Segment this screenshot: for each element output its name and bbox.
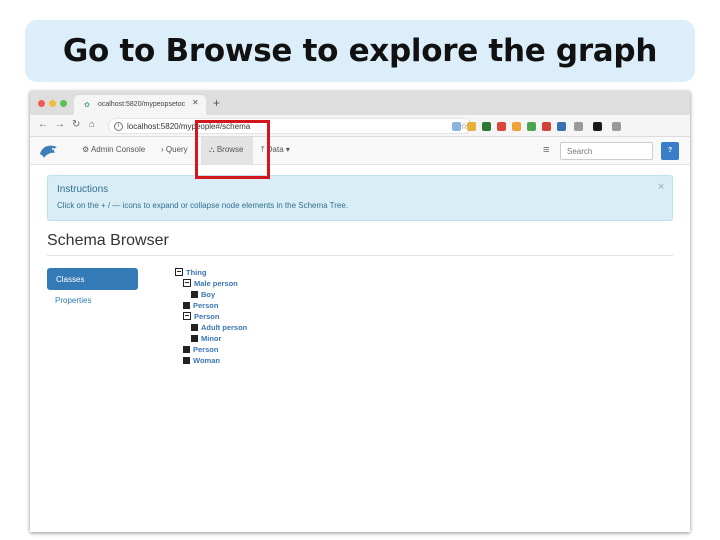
extension-icon[interactable] — [593, 122, 602, 131]
tree-node[interactable]: Woman — [183, 356, 220, 366]
help-button[interactable]: ? — [661, 142, 679, 160]
tree-node[interactable]: Person — [183, 345, 218, 355]
page-title: Schema Browser — [47, 232, 169, 249]
hamburger-menu-icon[interactable]: ≡ — [543, 145, 549, 156]
search-input[interactable] — [560, 142, 653, 160]
tab-favicon-icon: ✿ — [84, 102, 90, 109]
tree-node-label: Person — [193, 345, 219, 354]
extension-icon[interactable] — [557, 122, 566, 131]
admin-console-label: Admin Console — [90, 145, 146, 154]
browser-address-bar: ← → ↻ ⌂ i localhost:5820/mypeople#/schem… — [30, 115, 690, 137]
extension-icon[interactable] — [527, 122, 536, 131]
extension-icon[interactable] — [512, 122, 521, 131]
query-link[interactable]: › Query — [161, 145, 188, 154]
close-window-icon[interactable] — [38, 100, 45, 107]
app-navbar: ⚙ Admin Console › Query ⛬ Browse ⤒ Data … — [30, 137, 690, 165]
url-input[interactable]: i localhost:5820/mypeople#/schema ☆ — [108, 118, 472, 134]
browser-tab-title: ocalhost:5820/mypeopsetoc — [98, 101, 186, 108]
collapse-icon[interactable] — [175, 268, 183, 276]
query-label: Query — [165, 145, 188, 154]
leaf-node-icon — [191, 324, 198, 331]
extension-icon[interactable] — [452, 122, 461, 131]
tree-node[interactable]: Adult person — [191, 323, 247, 333]
tree-node[interactable]: Boy — [191, 290, 215, 300]
browse-highlight-box — [195, 120, 270, 179]
maximize-window-icon[interactable] — [60, 100, 67, 107]
stardog-logo-icon — [40, 145, 57, 158]
tree-node-label: Male person — [194, 279, 238, 288]
info-icon[interactable]: i — [114, 122, 123, 131]
browser-tab-bar: ✿ ocalhost:5820/mypeopsetoc ✕ + — [30, 91, 690, 115]
forward-icon[interactable]: → — [55, 120, 65, 130]
close-icon[interactable]: × — [658, 182, 664, 193]
new-tab-icon[interactable]: + — [213, 97, 220, 109]
tab-close-icon[interactable]: ✕ — [192, 99, 199, 107]
extension-icon[interactable] — [467, 122, 476, 131]
leaf-node-icon — [183, 346, 190, 353]
tree-node[interactable]: Male person — [183, 279, 238, 289]
admin-console-link[interactable]: ⚙ Admin Console — [82, 145, 145, 154]
tree-node[interactable]: Thing — [175, 268, 206, 278]
classes-pill[interactable]: Classes — [47, 268, 138, 290]
properties-pill[interactable]: Properties — [55, 296, 91, 305]
back-icon[interactable]: ← — [38, 120, 48, 130]
extension-icon[interactable] — [574, 122, 583, 131]
home-icon[interactable]: ⌂ — [89, 120, 95, 130]
extension-icon[interactable] — [497, 122, 506, 131]
collapse-icon[interactable] — [183, 312, 191, 320]
tree-node[interactable]: Person — [183, 312, 219, 322]
tree-node-label: Thing — [186, 268, 207, 277]
gears-icon: ⚙ — [82, 145, 91, 154]
browser-screenshot: ✿ ocalhost:5820/mypeopsetoc ✕ + ← → ↻ ⌂ … — [30, 91, 690, 532]
reload-icon[interactable]: ↻ — [72, 120, 80, 130]
tree-node-label: Woman — [193, 356, 220, 365]
tree-node-label: Person — [194, 312, 220, 321]
tree-node-label: Minor — [201, 334, 222, 343]
tree-node[interactable]: Person — [183, 301, 218, 311]
tree-node-label: Adult person — [201, 323, 248, 332]
leaf-node-icon — [183, 302, 190, 309]
leaf-node-icon — [191, 291, 198, 298]
tree-node-label: Boy — [201, 290, 216, 299]
extension-icon[interactable] — [482, 122, 491, 131]
instructions-text: Click on the + / — icons to expand or co… — [57, 201, 349, 210]
collapse-icon[interactable] — [183, 279, 191, 287]
extension-icon[interactable] — [542, 122, 551, 131]
instructions-title: Instructions — [57, 184, 109, 195]
instructions-alert: Instructions Click on the + / — icons to… — [47, 175, 673, 221]
leaf-node-icon — [183, 357, 190, 364]
tree-node-label: Person — [193, 301, 219, 310]
slide-title: Go to Browse to explore the graph — [62, 33, 658, 69]
slide-title-box: Go to Browse to explore the graph — [25, 20, 695, 82]
browser-tab[interactable]: ✿ ocalhost:5820/mypeopsetoc — [74, 95, 206, 115]
minimize-window-icon[interactable] — [49, 100, 56, 107]
tree-node[interactable]: Minor — [191, 334, 221, 344]
extension-icon[interactable] — [612, 122, 621, 131]
leaf-node-icon — [191, 335, 198, 342]
title-divider — [47, 255, 673, 256]
caret-down-icon: ▾ — [283, 145, 290, 154]
